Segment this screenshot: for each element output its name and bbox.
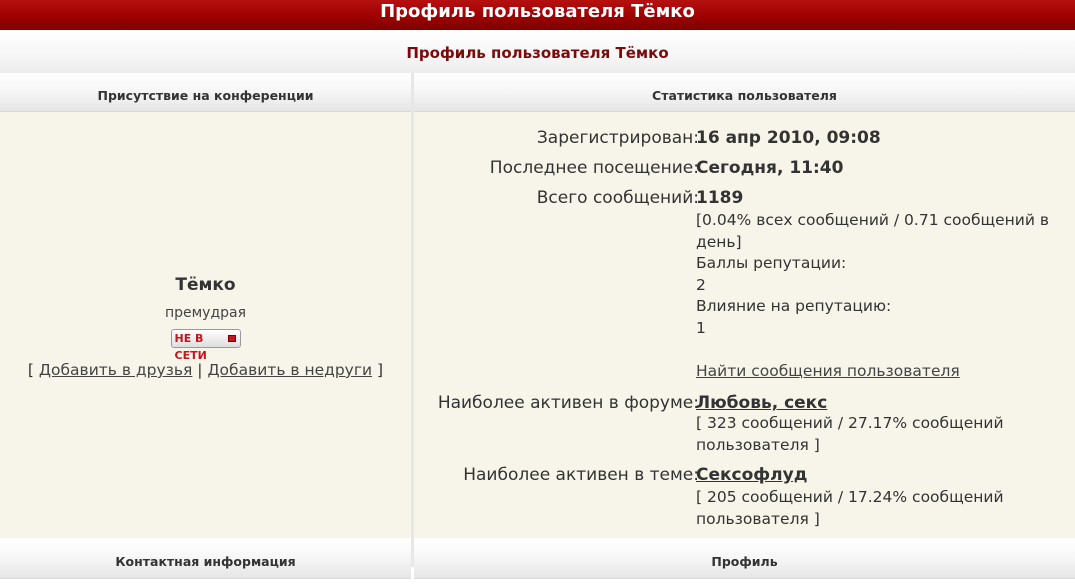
posts-detail-line-1: [0.04% всех сообщений / 0.71 сообщений в: [696, 211, 1050, 229]
profile-subtitle-bar: Профиль пользователя Тёмко: [0, 30, 1075, 74]
username: Тёмко: [175, 275, 236, 295]
profile-subtitle: Профиль пользователя Тёмко: [406, 44, 669, 62]
rep-points-label: Баллы репутации:: [696, 254, 847, 272]
stats-header: Статистика пользователя: [414, 73, 1075, 112]
offline-status-text: НЕ В СЕТИ: [174, 332, 207, 362]
add-foe-link[interactable]: Добавить в недруги: [207, 361, 372, 379]
active-topic-label: Наиболее активен в теме:: [463, 465, 699, 485]
find-posts-wrap: Найти сообщения пользователя: [696, 361, 960, 383]
presence-header-label: Присутствие на конференции: [97, 88, 314, 103]
active-topic-detail: [ 205 сообщений / 17.24% сообщений польз…: [696, 487, 1004, 530]
posts-detail: [0.04% всех сообщений / 0.71 сообщений в…: [696, 210, 1049, 339]
last-visit-value: Сегодня, 11:40: [696, 158, 844, 178]
rep-influence-label: Влияние на репутацию:: [696, 297, 892, 315]
user-rank: премудрая: [164, 305, 247, 321]
total-posts-label: Всего сообщений:: [536, 188, 699, 208]
active-forum-detail-line-2: пользователя ]: [696, 435, 820, 454]
find-user-posts-link[interactable]: Найти сообщения пользователя: [696, 362, 960, 380]
status-wrap: НЕ В СЕТИ: [0, 329, 411, 363]
active-forum-link[interactable]: Любовь, секс: [696, 393, 827, 413]
page-title: Профиль пользователя Тёмко: [380, 1, 695, 22]
registered-label: Зарегистрирован:: [536, 128, 699, 148]
presence-panel: [0, 112, 411, 538]
contact-header: Контактная информация: [0, 540, 411, 579]
profile-header: Профиль: [414, 540, 1075, 579]
active-topic-detail-line-1: [ 205 сообщений / 17.24% сообщений: [696, 488, 1004, 506]
active-forum-detail: [ 323 сообщений / 27.17% сообщений польз…: [696, 413, 1004, 456]
stats-header-label: Статистика пользователя: [652, 88, 837, 103]
active-forum-label: Наиболее активен в форуме:: [437, 393, 699, 413]
offline-indicator-icon: [227, 335, 236, 342]
rep-points-value: 2: [696, 275, 706, 294]
friend-actions: [ Добавить в друзья | Добавить в недруги…: [27, 361, 384, 379]
last-visit-label: Последнее посещение:: [489, 158, 699, 178]
posts-detail-line-2: день]: [696, 232, 742, 251]
page-title-bar: Профиль пользователя Тёмко: [0, 0, 1075, 30]
total-posts-value: 1189: [696, 188, 744, 208]
presence-header: Присутствие на конференции: [0, 73, 411, 112]
active-topic-detail-line-2: пользователя ]: [696, 509, 820, 528]
registered-value: 16 апр 2010, 09:08: [696, 128, 881, 148]
add-friend-link[interactable]: Добавить в друзья: [39, 361, 192, 379]
active-forum-detail-line-1: [ 323 сообщений / 27.17% сообщений: [696, 414, 1004, 432]
rep-influence-value: 1: [696, 318, 706, 337]
active-topic-link[interactable]: Сексофлуд: [696, 465, 807, 485]
offline-status-badge: НЕ В СЕТИ: [170, 329, 241, 362]
